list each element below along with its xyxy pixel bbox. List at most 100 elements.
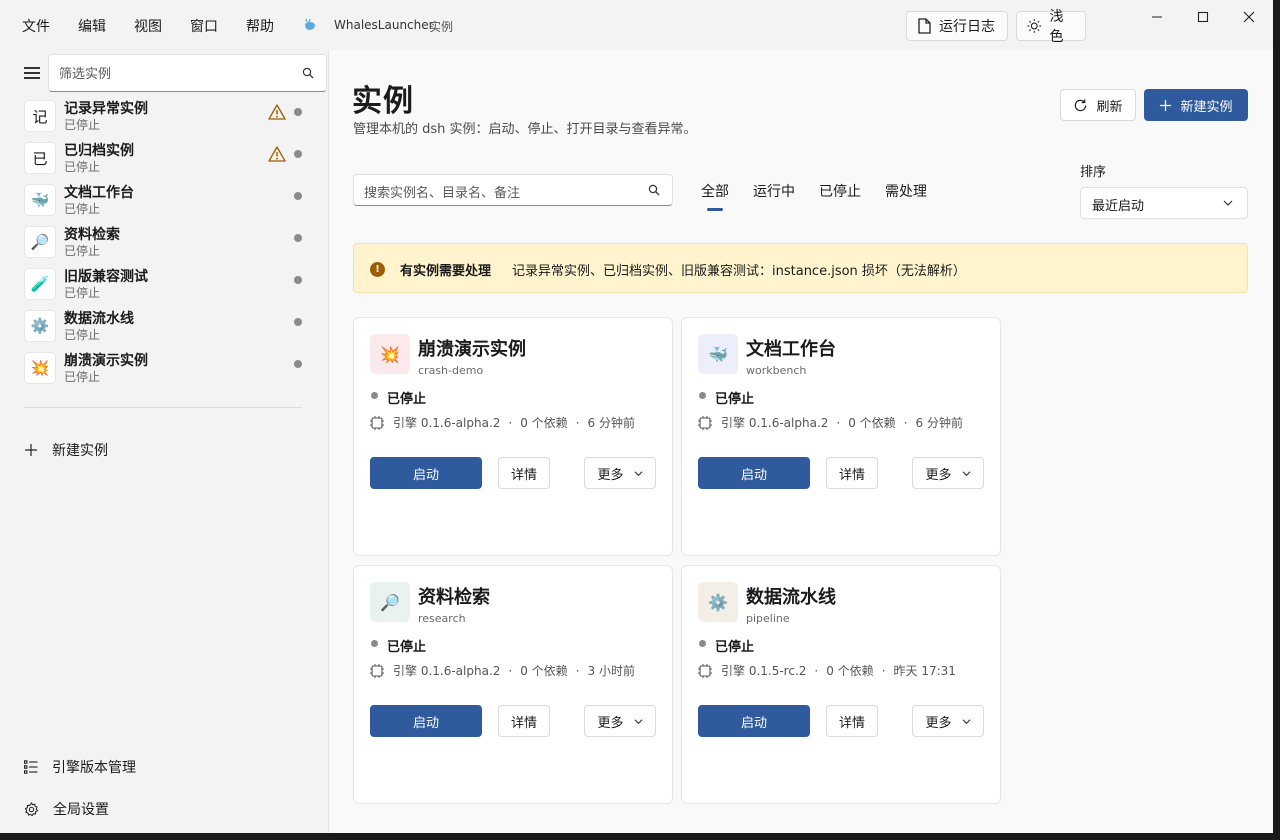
explosion-icon: 💥 <box>24 352 56 384</box>
start-button[interactable]: 启动 <box>698 705 810 737</box>
sun-icon <box>1027 19 1042 33</box>
sidebar-item-0[interactable]: 记 记录异常实例 已停止 <box>0 98 328 140</box>
engine-management-label: 引擎版本管理 <box>52 760 136 776</box>
instance-card-research: 🔎 资料检索 research 已停止 引擎 0.1.6-alpha.2 · 0 … <box>353 565 673 804</box>
settings-gear-icon <box>24 801 39 816</box>
hamburger-menu-icon[interactable] <box>24 67 40 79</box>
sidebar-item-name: 记录异常实例 <box>64 101 148 117</box>
sidebar-item-4[interactable]: 🧪 旧版兼容测试 已停止 <box>0 266 328 308</box>
sidebar-item-name: 数据流水线 <box>64 311 134 327</box>
more-label: 更多 <box>925 715 952 731</box>
sidebar-new-instance-label: 新建实例 <box>52 443 108 459</box>
card-meta: 引擎 0.1.6-alpha.2 · 0 个依赖 · 3 小时前 <box>370 662 635 679</box>
sidebar-item-6[interactable]: 💥 崩溃演示实例 已停止 <box>0 350 328 392</box>
card-deps: 0 个依赖 <box>848 416 896 430</box>
tab-needs-attention[interactable]: 需处理 <box>885 181 927 201</box>
attention-alert-banner: ! 有实例需要处理 记录异常实例、已归档实例、旧版兼容测试：instance.j… <box>353 243 1248 293</box>
page-subtitle: 管理本机的 dsh 实例：启动、停止、打开目录与查看异常。 <box>353 122 697 137</box>
magnifier-icon: 🔎 <box>24 226 56 258</box>
tab-running[interactable]: 运行中 <box>753 181 795 201</box>
details-button[interactable]: 详情 <box>826 705 878 737</box>
sidebar-item-status: 已停止 <box>64 160 101 174</box>
sidebar-item-1[interactable]: 已 已归档实例 已停止 <box>0 140 328 182</box>
card-engine: 引擎 0.1.6-alpha.2 <box>393 664 501 678</box>
sidebar-item-name: 已归档实例 <box>64 143 134 159</box>
minimize-button[interactable] <box>1145 8 1169 26</box>
more-button[interactable]: 更多 <box>912 705 984 737</box>
chevron-down-icon <box>634 470 642 476</box>
theme-toggle-button[interactable]: 浅色 <box>1016 9 1086 45</box>
status-dot <box>294 150 302 158</box>
card-meta: 引擎 0.1.5-rc.2 · 0 个依赖 · 昨天 17:31 <box>698 662 956 679</box>
chevron-down-icon <box>962 470 970 476</box>
menu-edit[interactable]: 编辑 <box>78 16 106 36</box>
more-label: 更多 <box>597 715 624 731</box>
chip-icon <box>698 663 712 678</box>
details-button[interactable]: 详情 <box>498 457 550 489</box>
more-label: 更多 <box>925 467 952 483</box>
card-time: 6 分钟前 <box>587 416 635 430</box>
instance-list: 记 记录异常实例 已停止 已 已归档实例 已停止 🐳 文档工作台 已停止 🔎 资… <box>0 98 328 392</box>
menu-view[interactable]: 视图 <box>134 16 162 36</box>
start-button[interactable]: 启动 <box>698 457 810 489</box>
chevron-down-icon <box>962 718 970 724</box>
chevron-down-icon <box>1223 200 1233 206</box>
details-button[interactable]: 详情 <box>498 705 550 737</box>
instance-card-crash-demo: 💥 崩溃演示实例 crash-demo 已停止 引擎 0.1.6-alpha.2… <box>353 317 673 556</box>
search-placeholder: 搜索实例名、目录名、备注 <box>364 186 521 201</box>
minimize-icon <box>1152 16 1162 18</box>
whale-app-icon <box>305 18 315 30</box>
test-tube-icon: 🧪 <box>24 268 56 300</box>
more-button[interactable]: 更多 <box>584 457 656 489</box>
new-instance-label: 新建实例 <box>1180 99 1233 115</box>
start-button[interactable]: 启动 <box>370 457 482 489</box>
tab-stopped[interactable]: 已停止 <box>819 181 861 201</box>
instance-search-input[interactable]: 搜索实例名、目录名、备注 <box>353 174 673 206</box>
more-button[interactable]: 更多 <box>584 705 656 737</box>
filter-tabs: 全部 运行中 已停止 需处理 <box>701 181 927 211</box>
card-engine: 引擎 0.1.5-rc.2 <box>721 664 807 678</box>
more-button[interactable]: 更多 <box>912 457 984 489</box>
card-slug: workbench <box>746 364 807 377</box>
warning-icon <box>268 146 286 162</box>
gear-icon: ⚙️ <box>698 582 738 622</box>
magnifier-icon: 🔎 <box>370 582 410 622</box>
sidebar-item-status: 已停止 <box>64 370 101 384</box>
menu-window[interactable]: 窗口 <box>190 16 218 36</box>
card-time: 昨天 17:31 <box>893 664 956 678</box>
sidebar-item-status: 已停止 <box>64 202 101 216</box>
app-title: WhalesLauncher <box>334 18 434 32</box>
run-log-button[interactable]: 运行日志 <box>906 11 1008 41</box>
card-status: 已停止 <box>387 392 427 407</box>
sidebar-item-5[interactable]: ⚙️ 数据流水线 已停止 <box>0 308 328 350</box>
card-status: 已停止 <box>715 640 755 655</box>
instance-filter-input[interactable]: 筛选实例 <box>48 54 327 92</box>
status-dot <box>294 276 302 284</box>
refresh-button[interactable]: 刷新 <box>1060 89 1136 121</box>
menu-help[interactable]: 帮助 <box>246 16 274 36</box>
sidebar-item-name: 文档工作台 <box>64 185 134 201</box>
avatar: 记 <box>24 100 56 132</box>
sort-dropdown[interactable]: 最近启动 <box>1080 187 1248 219</box>
card-engine: 引擎 0.1.6-alpha.2 <box>721 416 829 430</box>
more-label: 更多 <box>597 467 624 483</box>
close-button[interactable] <box>1237 8 1261 26</box>
sidebar-new-instance[interactable]: 新建实例 <box>24 440 108 460</box>
card-slug: crash-demo <box>418 364 484 377</box>
chip-icon <box>698 415 712 430</box>
sidebar-item-3[interactable]: 🔎 资料检索 已停止 <box>0 224 328 266</box>
maximize-button[interactable] <box>1191 8 1215 26</box>
new-instance-button[interactable]: 新建实例 <box>1144 89 1248 121</box>
start-button[interactable]: 启动 <box>370 705 482 737</box>
alert-title: 有实例需要处理 <box>400 264 492 279</box>
whale-icon: 🐳 <box>698 334 738 374</box>
status-dot <box>371 392 378 399</box>
card-slug: pipeline <box>746 612 790 625</box>
sort-label: 排序 <box>1080 165 1107 180</box>
tab-all[interactable]: 全部 <box>701 181 729 211</box>
menu-file[interactable]: 文件 <box>22 16 50 36</box>
sidebar-item-2[interactable]: 🐳 文档工作台 已停止 <box>0 182 328 224</box>
sidebar-engine-management[interactable]: 引擎版本管理 <box>24 757 136 777</box>
sidebar-global-settings[interactable]: 全局设置 <box>24 799 109 819</box>
details-button[interactable]: 详情 <box>826 457 878 489</box>
